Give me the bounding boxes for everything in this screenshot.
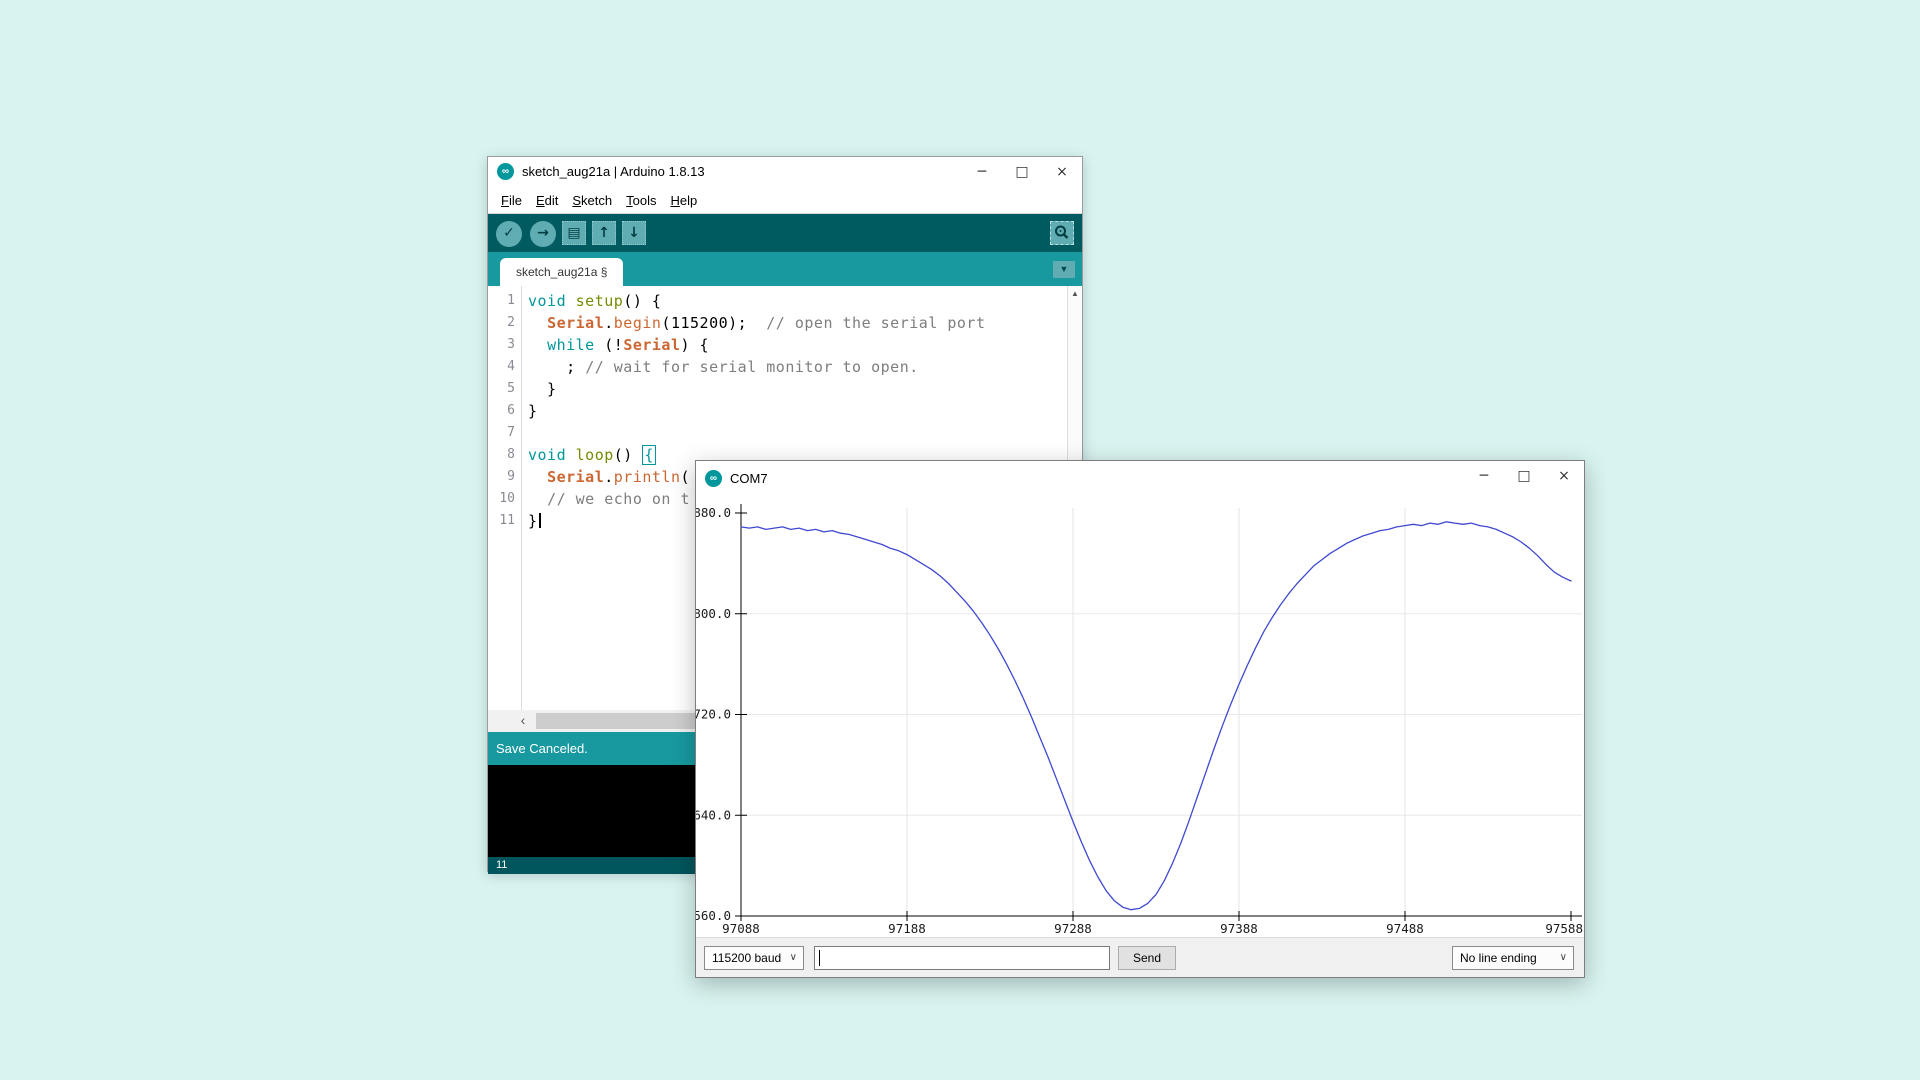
arduino-titlebar[interactable]: ∞ sketch_aug21a | Arduino 1.8.13 ─ □ × [488, 157, 1082, 187]
line-number: 6 [507, 403, 515, 418]
x-tick-label: 97088 [722, 921, 760, 936]
new-sketch-icon: ▤ [567, 225, 581, 241]
code-line: void setup() { [528, 292, 662, 310]
menu-item-sketch[interactable]: Sketch [565, 193, 619, 208]
x-tick-label: 97588 [1545, 921, 1583, 936]
current-line-indicator: 11 [496, 859, 508, 871]
y-tick-label: 880.0 [696, 505, 731, 520]
status-message: Save Canceled. [496, 741, 588, 756]
verify-icon: ✓ [503, 225, 515, 241]
x-tick-label: 97288 [1054, 921, 1092, 936]
menu-item-file[interactable]: File [494, 193, 529, 208]
line-number: 5 [507, 381, 515, 396]
line-ending-select[interactable]: No line ending ∨ [1452, 946, 1574, 970]
maximize-button[interactable]: □ [1504, 461, 1544, 491]
serial-plot: 880.0 800.0 720.0 640.0 560.0 97088 97188 97288… [693, 496, 1584, 939]
y-tick-label: 800.0 [696, 606, 731, 621]
code-line: Serial.begin(115200); // open the serial… [547, 314, 986, 332]
line-number: 1 [507, 293, 515, 308]
tab-list-dropdown-button[interactable]: ▼ [1053, 261, 1075, 278]
scroll-up-icon: ▲ [1071, 289, 1079, 298]
verify-button[interactable]: ✓ [496, 221, 522, 247]
minimize-button[interactable]: ─ [962, 157, 1002, 187]
code-line: while (!Serial) { [547, 336, 710, 354]
line-number: 7 [507, 425, 515, 440]
code-line: ; // wait for serial monitor to open. [528, 358, 919, 376]
plot-line [740, 521, 1572, 911]
text-cursor [538, 513, 541, 528]
upload-icon: → [537, 225, 549, 241]
chevron-down-icon: ∨ [1559, 952, 1567, 963]
x-tick-label: 97188 [888, 921, 926, 936]
menu-item-help[interactable]: Help [663, 193, 704, 208]
line-number: 2 [507, 315, 515, 330]
tab-sketch-aug21a[interactable]: sketch_aug21a § [500, 258, 624, 286]
scroll-left-icon[interactable]: ‹ [514, 710, 532, 732]
x-tick-label: 97488 [1386, 921, 1424, 936]
desktop: ∞ sketch_aug21a | Arduino 1.8.13 ─ □ × F… [0, 0, 1920, 1080]
baud-rate-select[interactable]: 115200 baud ∨ [704, 946, 804, 970]
line-number: 8 [507, 447, 515, 462]
code-line: } [528, 380, 557, 398]
x-tick-label: 97388 [1220, 921, 1258, 936]
close-button[interactable]: × [1544, 461, 1584, 491]
save-button[interactable]: ↓ [622, 221, 646, 245]
save-icon: ↓ [628, 225, 640, 241]
line-number-gutter: 1 2 3 4 5 6 7 8 9 10 11 [488, 286, 522, 710]
text-cursor [819, 950, 820, 966]
arduino-logo-icon: ∞ [497, 163, 514, 180]
serial-monitor-icon [1055, 225, 1069, 239]
plotter-bottom-bar: 115200 baud ∨ Send No line ending ∨ [696, 937, 1584, 977]
line-ending-value: No line ending [1460, 951, 1537, 965]
line-number: 3 [507, 337, 515, 352]
plotter-window-title: COM7 [730, 471, 768, 486]
send-text-input[interactable] [814, 946, 1110, 970]
chevron-down-icon: ∨ [789, 952, 797, 963]
toolbar: ✓ → ▤ ↑ ↓ [488, 214, 1082, 252]
menu-bar: File Edit Sketch Tools Help [488, 187, 1082, 214]
plot-canvas: 880.0800.0720.0640.0560.097088 97188 97288… [693, 504, 1583, 936]
serial-monitor-button[interactable] [1050, 221, 1074, 245]
line-number: 9 [507, 469, 515, 484]
code-line: } [528, 402, 538, 420]
send-button[interactable]: Send [1118, 946, 1176, 970]
window-title: sketch_aug21a | Arduino 1.8.13 [522, 164, 705, 179]
tab-bar: sketch_aug21a § ▼ [488, 252, 1082, 286]
y-tick-label: 640.0 [696, 807, 731, 822]
arduino-logo-icon: ∞ [705, 470, 722, 487]
new-sketch-button[interactable]: ▤ [562, 221, 586, 245]
open-icon: ↑ [598, 225, 610, 241]
toolbar-buttons: ✓ → ▤ ↑ ↓ [488, 214, 646, 247]
close-button[interactable]: × [1042, 157, 1082, 187]
open-button[interactable]: ↑ [592, 221, 616, 245]
maximize-button[interactable]: □ [1002, 157, 1042, 187]
plotter-titlebar[interactable]: ∞ COM7 ─ □ × [696, 461, 1584, 496]
y-tick-label: 720.0 [696, 707, 731, 722]
serial-plotter-window: ∞ COM7 ─ □ × 880.0 800.0 720.0 640.0 560.0 97… [693, 460, 1585, 978]
menu-item-tools[interactable]: Tools [619, 193, 663, 208]
minimize-button[interactable]: ─ [1464, 461, 1504, 491]
line-number: 11 [499, 513, 515, 528]
line-number: 4 [507, 359, 515, 374]
line-number: 10 [499, 491, 515, 506]
menu-item-edit[interactable]: Edit [529, 193, 565, 208]
baud-rate-value: 115200 baud [712, 951, 782, 965]
upload-button[interactable]: → [530, 221, 556, 247]
